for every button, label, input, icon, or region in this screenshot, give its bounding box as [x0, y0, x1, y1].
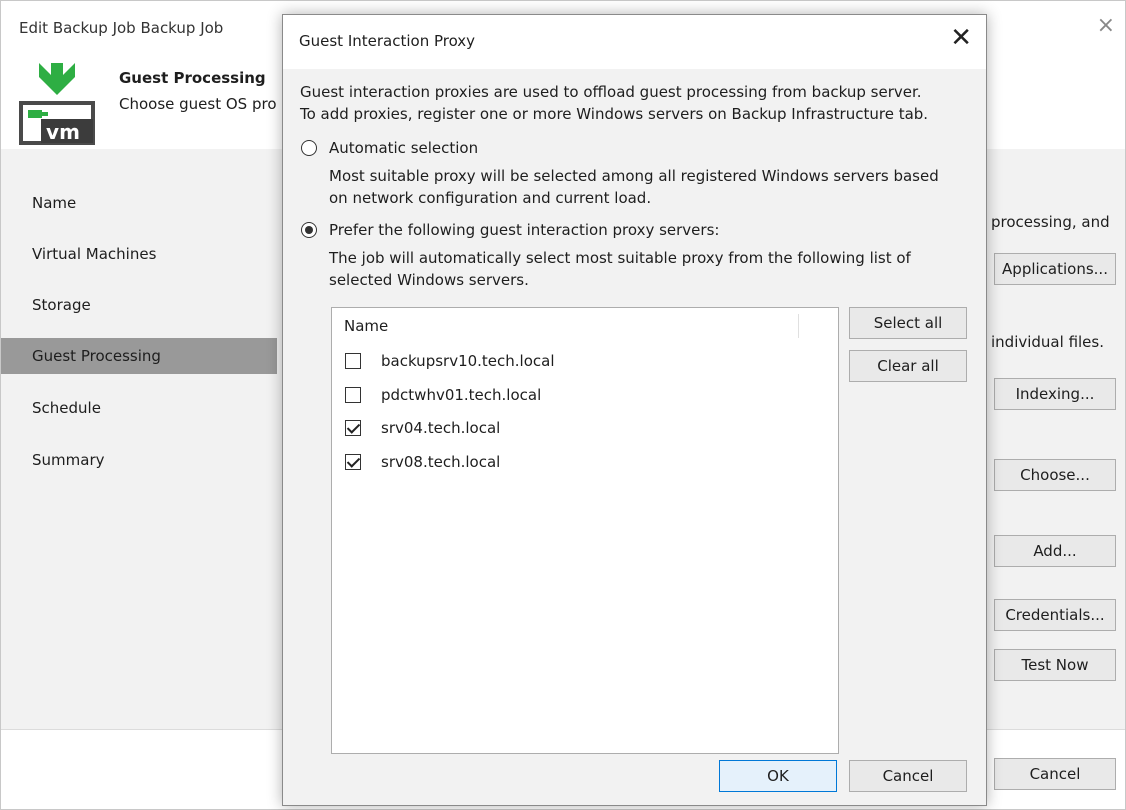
prefer-note-line-2: selected Windows servers.: [329, 271, 529, 289]
nav-item-schedule[interactable]: Schedule: [1, 390, 277, 426]
automatic-note-line-1: Most suitable proxy will be selected amo…: [329, 167, 939, 185]
server-checkbox[interactable]: [345, 387, 361, 403]
select-all-button[interactable]: Select all: [849, 307, 967, 339]
credentials-button[interactable]: Credentials...: [994, 599, 1116, 631]
proxy-server-list[interactable]: Name backupsrv10.tech.local pdctwhv01.te…: [331, 307, 839, 754]
list-item[interactable]: srv04.tech.local: [332, 411, 838, 445]
column-divider[interactable]: [798, 314, 799, 338]
dialog-body: Guest interaction proxies are used to of…: [283, 69, 986, 805]
choose-button[interactable]: Choose...: [994, 459, 1116, 491]
prefer-proxy-note: The job will automatically select most s…: [329, 247, 969, 291]
right-text-processing: processing, and: [991, 213, 1110, 231]
indexing-button[interactable]: Indexing...: [994, 378, 1116, 410]
dialog-titlebar: Guest Interaction Proxy ✕: [283, 15, 986, 69]
dialog-description: Guest interaction proxies are used to of…: [300, 81, 928, 125]
list-item[interactable]: srv08.tech.local: [332, 445, 838, 479]
column-header-name[interactable]: Name: [344, 317, 388, 335]
close-icon[interactable]: ×: [1097, 13, 1115, 38]
description-line-1: Guest interaction proxies are used to of…: [300, 83, 922, 101]
main-cancel-button[interactable]: Cancel: [994, 758, 1116, 790]
vm-download-icon: vm: [19, 63, 95, 145]
nav-item-summary[interactable]: Summary: [1, 442, 277, 478]
ok-button[interactable]: OK: [719, 760, 837, 792]
server-name: srv04.tech.local: [381, 419, 501, 437]
window-title: Edit Backup Job Backup Job: [19, 19, 224, 37]
step-subtitle: Choose guest OS pro: [119, 95, 277, 113]
add-button[interactable]: Add...: [994, 535, 1116, 567]
automatic-selection-note: Most suitable proxy will be selected amo…: [329, 165, 969, 209]
automatic-selection-radio[interactable]: [301, 140, 317, 156]
server-checkbox[interactable]: [345, 420, 361, 436]
server-name: pdctwhv01.tech.local: [381, 386, 542, 404]
prefer-note-line-1: The job will automatically select most s…: [329, 249, 911, 267]
dialog-close-icon[interactable]: ✕: [950, 23, 972, 53]
server-checkbox[interactable]: [345, 454, 361, 470]
step-title: Guest Processing: [119, 69, 266, 87]
dialog-title: Guest Interaction Proxy: [299, 32, 476, 50]
nav-item-storage[interactable]: Storage: [1, 287, 277, 323]
automatic-selection-label: Automatic selection: [329, 139, 479, 157]
automatic-selection-option[interactable]: Automatic selection: [301, 137, 478, 159]
clear-all-button[interactable]: Clear all: [849, 350, 967, 382]
prefer-proxy-option[interactable]: Prefer the following guest interaction p…: [301, 219, 719, 241]
prefer-proxy-label: Prefer the following guest interaction p…: [329, 221, 720, 239]
nav-item-virtual-machines[interactable]: Virtual Machines: [1, 236, 277, 272]
list-item[interactable]: pdctwhv01.tech.local: [332, 378, 838, 412]
prefer-proxy-radio[interactable]: [301, 222, 317, 238]
list-item[interactable]: backupsrv10.tech.local: [332, 344, 838, 378]
vm-text: vm: [46, 120, 80, 144]
right-text-individual-files: individual files.: [991, 333, 1104, 351]
nav-item-name[interactable]: Name: [1, 185, 277, 221]
automatic-note-line-2: on network configuration and current loa…: [329, 189, 652, 207]
test-now-button[interactable]: Test Now: [994, 649, 1116, 681]
dialog-cancel-button[interactable]: Cancel: [849, 760, 967, 792]
server-checkbox[interactable]: [345, 353, 361, 369]
applications-button[interactable]: Applications...: [994, 253, 1116, 285]
server-name: srv08.tech.local: [381, 453, 501, 471]
server-name: backupsrv10.tech.local: [381, 352, 555, 370]
guest-interaction-proxy-dialog: Guest Interaction Proxy ✕ Guest interact…: [282, 14, 987, 806]
list-header: Name: [332, 308, 838, 344]
nav-item-guest-processing[interactable]: Guest Processing: [1, 338, 277, 374]
wizard-nav: Name Virtual Machines Storage Guest Proc…: [1, 149, 277, 729]
description-line-2: To add proxies, register one or more Win…: [300, 105, 929, 123]
